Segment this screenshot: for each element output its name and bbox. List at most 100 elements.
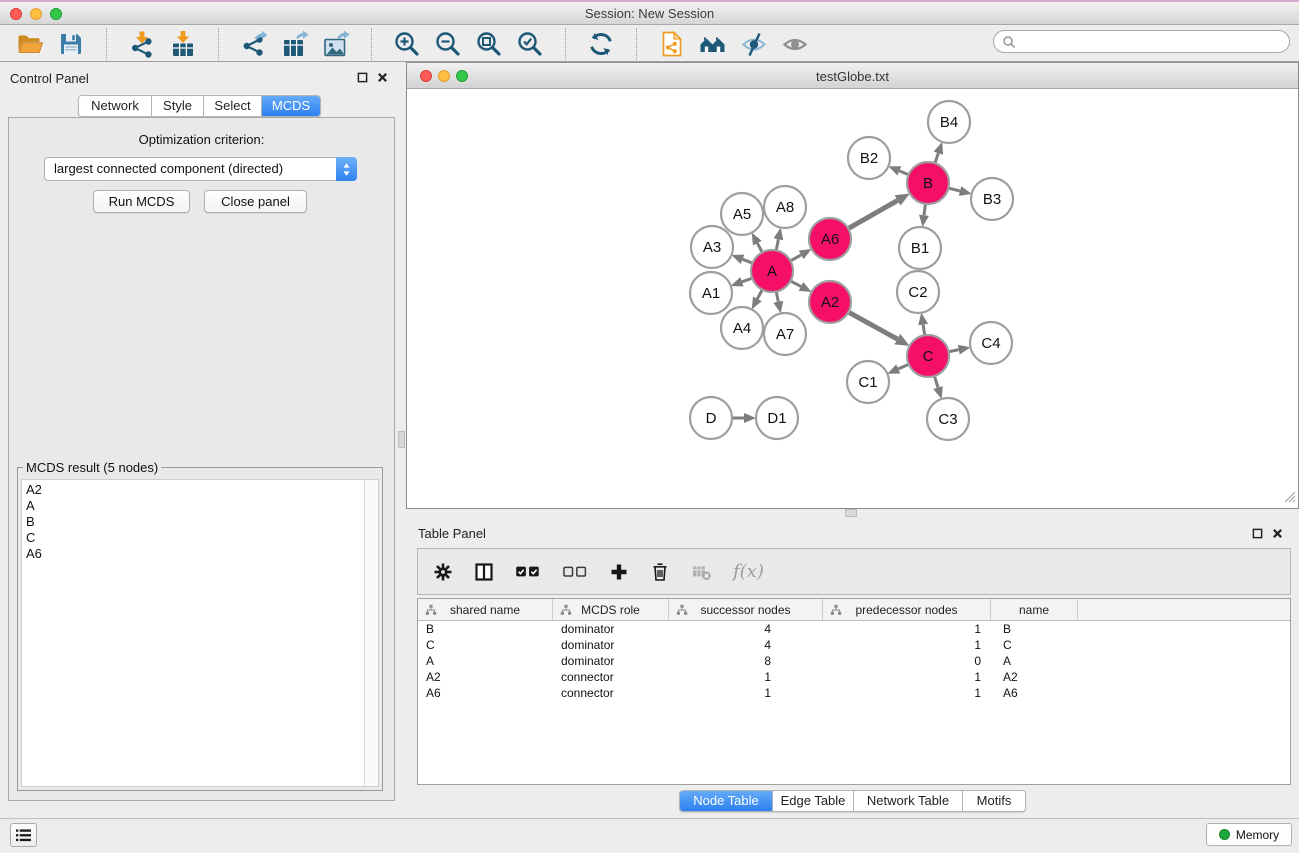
mcds-result-item[interactable]: B xyxy=(26,514,364,530)
zoom-out-button[interactable] xyxy=(432,27,464,61)
vertical-splitter-grip[interactable] xyxy=(398,431,405,448)
close-table-panel-icon[interactable] xyxy=(1272,528,1283,539)
graph-edge-B-B2[interactable] xyxy=(899,171,907,175)
mcds-result-item[interactable]: C xyxy=(26,530,364,546)
refresh-button[interactable] xyxy=(585,27,617,61)
columns-button[interactable] xyxy=(474,562,494,582)
tab-select[interactable]: Select xyxy=(203,96,261,116)
graph-edge-C-C1[interactable] xyxy=(898,365,908,369)
float-table-panel-icon[interactable] xyxy=(1252,528,1263,539)
graph-node-A1[interactable]: A1 xyxy=(690,272,732,314)
show-panel-button[interactable] xyxy=(779,27,811,61)
column-header-predecessor-nodes[interactable]: predecessor nodes xyxy=(823,599,991,620)
tab-mcds[interactable]: MCDS xyxy=(261,96,320,116)
export-image-button[interactable] xyxy=(320,27,352,61)
close-panel-icon[interactable] xyxy=(377,72,388,83)
search-box[interactable] xyxy=(993,30,1290,53)
graph-node-C2[interactable]: C2 xyxy=(897,271,939,313)
graph-node-B3[interactable]: B3 xyxy=(971,178,1013,220)
mcds-result-list[interactable]: A2ABCA6 xyxy=(21,479,364,787)
graph-edge-C-C2[interactable] xyxy=(923,325,925,335)
open-folder-button[interactable] xyxy=(14,27,46,61)
graph-edge-A-A6[interactable] xyxy=(791,255,801,261)
tab-motifs[interactable]: Motifs xyxy=(962,791,1025,811)
column-header-mcds-role[interactable]: MCDS role xyxy=(553,599,669,620)
task-history-button[interactable] xyxy=(10,823,37,847)
zoom-selected-button[interactable] xyxy=(514,27,546,61)
gear-button[interactable] xyxy=(433,562,453,582)
graph-node-B4[interactable]: B4 xyxy=(928,101,970,143)
graph-edge-A6-B[interactable] xyxy=(849,200,898,228)
graph-edge-A2-C[interactable] xyxy=(849,313,897,340)
graph-edge-B-B3[interactable] xyxy=(949,188,960,191)
table-row[interactable]: A2connector11A2 xyxy=(418,669,1290,685)
graph-node-A5[interactable]: A5 xyxy=(721,193,763,235)
network-window-titlebar[interactable]: testGlobe.txt xyxy=(407,63,1298,89)
graph-node-C4[interactable]: C4 xyxy=(970,322,1012,364)
graph-node-C3[interactable]: C3 xyxy=(927,398,969,440)
table-row[interactable]: Adominator80A xyxy=(418,653,1290,669)
graph-node-D[interactable]: D xyxy=(690,397,732,439)
graph-node-A6[interactable]: A6 xyxy=(809,218,851,260)
export-table-button[interactable] xyxy=(279,27,311,61)
graph-node-A8[interactable]: A8 xyxy=(764,186,806,228)
table-row[interactable]: Bdominator41B xyxy=(418,621,1290,637)
help-home-button[interactable] xyxy=(697,27,729,61)
hide-panel-button[interactable] xyxy=(738,27,770,61)
graph-node-B2[interactable]: B2 xyxy=(848,137,890,179)
select-all-button[interactable] xyxy=(515,564,541,579)
graph-node-A3[interactable]: A3 xyxy=(691,226,733,268)
tab-network-table[interactable]: Network Table xyxy=(853,791,962,811)
table-row[interactable]: Cdominator41C xyxy=(418,637,1290,653)
save-button[interactable] xyxy=(55,27,87,61)
session-from-network-button[interactable] xyxy=(656,27,688,61)
search-input[interactable] xyxy=(1021,33,1289,51)
graph-edge-A-A8[interactable] xyxy=(776,239,778,249)
mcds-result-item[interactable]: A2 xyxy=(26,482,364,498)
graph-node-D1[interactable]: D1 xyxy=(756,397,798,439)
run-mcds-button[interactable]: Run MCDS xyxy=(93,190,190,213)
float-panel-icon[interactable] xyxy=(357,72,368,83)
graph-edge-C-C3[interactable] xyxy=(935,377,938,388)
zoom-fit-button[interactable] xyxy=(473,27,505,61)
add-button[interactable] xyxy=(609,562,629,582)
graph-node-A2[interactable]: A2 xyxy=(809,281,851,323)
optimization-select[interactable]: largest connected component (directed) xyxy=(44,157,357,181)
result-scrollbar[interactable] xyxy=(364,479,379,787)
tab-style[interactable]: Style xyxy=(151,96,203,116)
graph-edge-A-A7[interactable] xyxy=(776,293,778,302)
network-graph[interactable]: B4 B2 B B3 A8A5 A6 B1 A3 A A1 C2 A2 A4A7 C4 C C1 C3 D D1 xyxy=(407,89,1297,508)
network-canvas[interactable]: B4 B2 B B3 A8A5 A6 B1 A3 A A1 C2 A2 A4A7 C4 C C1 C3 D D1 xyxy=(407,89,1298,508)
graph-node-C[interactable]: C xyxy=(907,335,949,377)
tab-network[interactable]: Network xyxy=(79,96,151,116)
import-network-button[interactable] xyxy=(126,27,158,61)
graph-node-A[interactable]: A xyxy=(751,250,793,292)
graph-node-C1[interactable]: C1 xyxy=(847,361,889,403)
graph-node-B[interactable]: B xyxy=(907,162,949,204)
tab-node-table[interactable]: Node Table xyxy=(680,791,772,811)
mcds-result-item[interactable]: A xyxy=(26,498,364,514)
graph-edge-B-B1[interactable] xyxy=(924,205,925,215)
horizontal-splitter-grip[interactable] xyxy=(845,509,857,517)
graph-node-A4[interactable]: A4 xyxy=(721,307,763,349)
column-header-name[interactable]: name xyxy=(991,599,1078,620)
table-row[interactable]: A6connector11A6 xyxy=(418,685,1290,701)
graph-edge-A-A1[interactable] xyxy=(742,279,751,282)
graph-edge-A-A2[interactable] xyxy=(791,281,801,286)
zoom-in-button[interactable] xyxy=(391,27,423,61)
column-header-successor-nodes[interactable]: successor nodes xyxy=(669,599,823,620)
tab-edge-table[interactable]: Edge Table xyxy=(772,791,853,811)
close-panel-button[interactable]: Close panel xyxy=(204,190,307,213)
delete-button[interactable] xyxy=(650,562,670,582)
graph-edge-A-A4[interactable] xyxy=(757,291,761,299)
graph-edge-A-A3[interactable] xyxy=(743,259,752,263)
deselect-all-button[interactable] xyxy=(562,564,588,579)
graph-edge-B-B4[interactable] xyxy=(935,153,938,162)
graph-edge-C-C4[interactable] xyxy=(950,350,959,352)
column-header-shared-name[interactable]: shared name xyxy=(418,599,553,620)
import-table-button[interactable] xyxy=(167,27,199,61)
graph-node-B1[interactable]: B1 xyxy=(899,227,941,269)
memory-button[interactable]: Memory xyxy=(1206,823,1292,846)
graph-node-A7[interactable]: A7 xyxy=(764,313,806,355)
mcds-result-item[interactable]: A6 xyxy=(26,546,364,562)
